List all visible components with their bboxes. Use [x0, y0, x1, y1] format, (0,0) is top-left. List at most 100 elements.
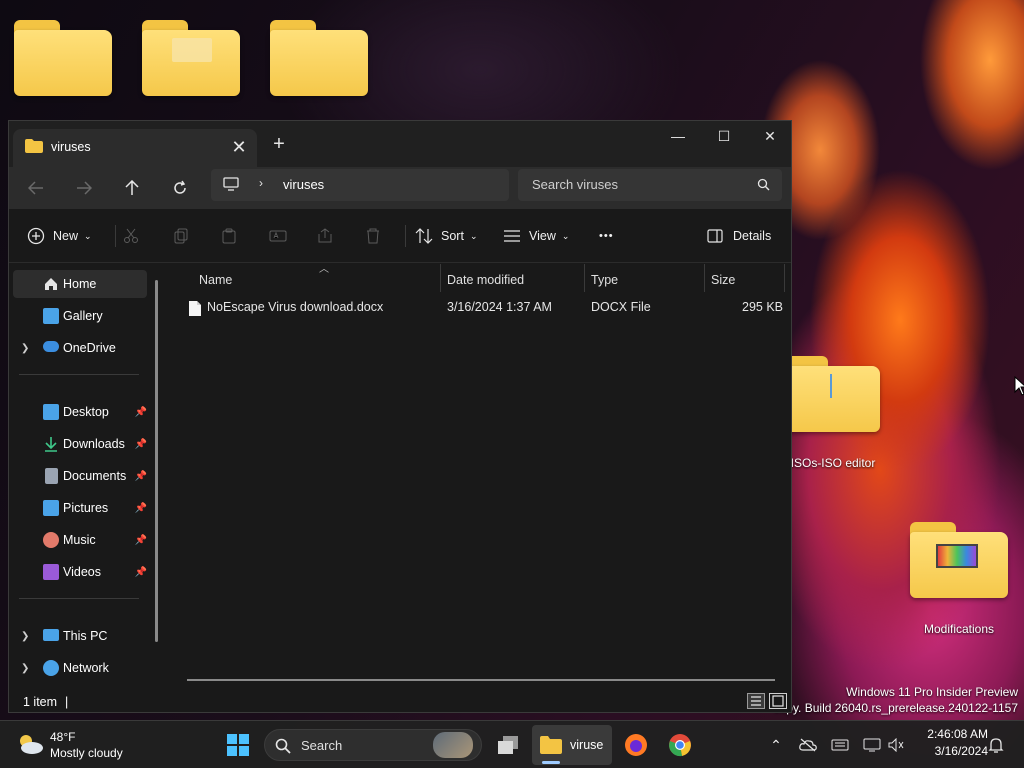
volume-muted-icon[interactable] — [886, 735, 906, 755]
weather-widget[interactable]: 48°F Mostly cloudy — [14, 729, 144, 763]
chevron-up-icon[interactable]: ⌃ — [766, 735, 786, 755]
sidebar-item-label: Home — [63, 277, 97, 291]
view-button[interactable]: View ⌄ — [503, 222, 569, 250]
details-button[interactable]: Details — [707, 222, 771, 250]
sidebar-item-onedrive[interactable]: ❯ OneDrive — [13, 334, 147, 362]
delete-button[interactable] — [365, 222, 381, 250]
table-row[interactable]: NoEscape Virus download.docx 3/16/2024 1… — [167, 296, 787, 320]
paste-button[interactable] — [221, 222, 237, 250]
sidebar-item-downloads[interactable]: Downloads 📌 — [13, 430, 147, 458]
chevron-right-icon[interactable]: ❯ — [21, 631, 29, 642]
up-button[interactable] — [117, 173, 147, 203]
tab-title: viruses — [51, 140, 91, 154]
close-button[interactable]: ✕ — [747, 121, 793, 151]
taskbar-file-explorer[interactable]: viruse — [532, 725, 612, 765]
sidebar-item-network[interactable]: ❯ Network — [13, 654, 147, 682]
download-icon — [43, 436, 59, 452]
sidebar-item-label: This PC — [63, 629, 108, 643]
pin-icon[interactable]: 📌 — [135, 535, 147, 546]
sidebar-item-gallery[interactable]: Gallery — [13, 302, 147, 330]
sidebar-item-desktop[interactable]: Desktop 📌 — [13, 398, 147, 426]
taskbar-search[interactable]: Search — [264, 729, 482, 761]
copy-icon — [174, 228, 188, 244]
pin-icon[interactable]: 📌 — [135, 503, 147, 514]
task-view-button[interactable] — [490, 727, 526, 763]
file-list: ︿ Name Date modified Type Size NoEscape … — [167, 264, 791, 688]
taskbar-chrome[interactable] — [662, 727, 698, 763]
maximize-button[interactable]: ☐ — [701, 121, 747, 151]
sidebar-item-videos[interactable]: Videos 📌 — [13, 558, 147, 586]
arrow-up-icon — [125, 180, 139, 195]
clipboard-icon — [222, 228, 236, 244]
column-header-size[interactable]: Size — [711, 268, 735, 292]
title-bar: viruses ✕ + — ☐ ✕ — [9, 121, 791, 167]
copy-button[interactable] — [173, 222, 189, 250]
start-button[interactable] — [220, 727, 256, 763]
chevron-right-icon[interactable]: ❯ — [21, 343, 29, 354]
horizontal-scrollbar[interactable] — [187, 679, 775, 681]
scissors-icon — [124, 228, 138, 243]
tab-viruses[interactable]: viruses ✕ — [13, 129, 257, 167]
address-segment[interactable]: viruses — [283, 177, 324, 192]
details-view-icon[interactable] — [747, 693, 765, 709]
search-input[interactable]: Search viruses — [532, 177, 618, 192]
pin-icon[interactable]: 📌 — [135, 567, 147, 578]
rename-icon — [269, 230, 287, 242]
forward-button[interactable] — [69, 173, 99, 203]
sidebar-item-music[interactable]: Music 📌 — [13, 526, 147, 554]
documents-icon — [45, 468, 58, 484]
pin-icon[interactable]: 📌 — [135, 471, 147, 482]
pin-icon[interactable]: 📌 — [135, 407, 147, 418]
folder-icon — [142, 20, 240, 96]
column-header-name[interactable]: Name — [199, 268, 232, 292]
cloud-icon — [43, 341, 59, 352]
sidebar-item-home[interactable]: Home — [13, 270, 147, 298]
display-icon[interactable] — [862, 735, 882, 755]
pin-icon[interactable]: 📌 — [135, 439, 147, 450]
new-button[interactable]: New ⌄ — [27, 222, 92, 250]
clock[interactable]: 2:46:08 AM 3/16/2024 — [912, 727, 988, 763]
view-list-icon — [504, 230, 520, 242]
sort-label: Sort — [441, 229, 464, 243]
sort-button[interactable]: Sort ⌄ — [415, 222, 477, 250]
sidebar-scrollbar[interactable] — [155, 280, 158, 642]
chevron-right-icon[interactable]: › — [259, 176, 263, 190]
folder-icon — [25, 139, 43, 153]
onedrive-icon[interactable] — [798, 735, 818, 755]
sidebar-item-pictures[interactable]: Pictures 📌 — [13, 494, 147, 522]
sidebar-item-label: Music — [63, 533, 96, 547]
navigation-bar: › viruses Search viruses — [9, 167, 791, 209]
chevron-right-icon[interactable]: ❯ — [21, 663, 29, 674]
sidebar-item-this-pc[interactable]: ❯ This PC — [13, 622, 147, 650]
mouse-cursor-icon — [1014, 375, 1024, 399]
notification-bell-icon[interactable] — [986, 735, 1006, 755]
weather-temp: 48°F — [50, 730, 76, 744]
keyboard-icon[interactable] — [830, 735, 850, 755]
back-button[interactable] — [21, 173, 51, 203]
arrow-right-icon — [77, 181, 92, 195]
new-tab-button[interactable]: + — [267, 133, 291, 157]
view-label: View — [529, 229, 556, 243]
sidebar-item-label: Network — [63, 661, 109, 675]
document-icon — [189, 301, 201, 319]
desktop-folder-label: ISOs-ISO editor — [790, 456, 876, 470]
tiles-view-icon[interactable] — [769, 693, 787, 709]
minimize-button[interactable]: — — [655, 121, 701, 151]
address-bar[interactable]: › viruses — [211, 169, 509, 201]
cut-button[interactable] — [123, 222, 139, 250]
column-header-type[interactable]: Type — [591, 268, 618, 292]
details-label: Details — [733, 229, 772, 243]
search-highlight-icon — [433, 732, 473, 758]
refresh-button[interactable] — [165, 173, 195, 203]
search-icon — [757, 178, 770, 194]
search-box[interactable]: Search viruses — [518, 169, 782, 201]
sidebar-item-documents[interactable]: Documents 📌 — [13, 462, 147, 490]
share-button[interactable] — [317, 222, 333, 250]
taskbar-firefox[interactable] — [618, 727, 654, 763]
tab-close-icon[interactable]: ✕ — [227, 135, 251, 159]
rename-button[interactable] — [269, 222, 287, 250]
more-options-button[interactable]: ••• — [599, 222, 614, 250]
column-header-date[interactable]: Date modified — [447, 268, 524, 292]
details-pane-icon — [707, 229, 723, 243]
sidebar-item-label: Videos — [63, 565, 101, 579]
